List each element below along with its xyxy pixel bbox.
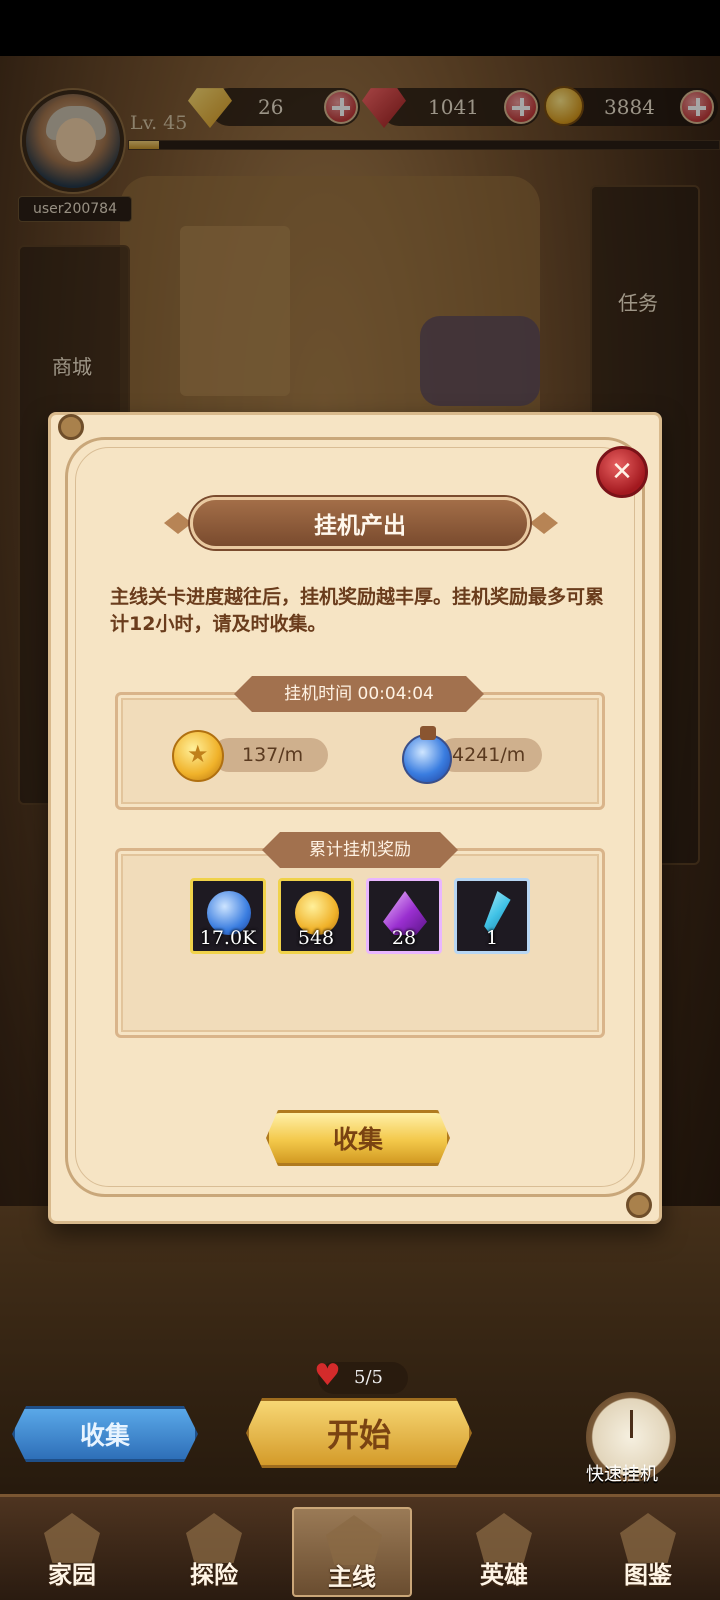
start-button[interactable]: 开始 [246,1398,472,1468]
accumulated-rewards-panel [115,848,605,1038]
reward-quantity: 548 [297,927,335,949]
coin-rate-value: 137/m [242,744,304,766]
modal-border-inner [75,447,635,1187]
nav-explore[interactable]: 探险 [154,1507,274,1597]
heart-icon: ♥ [314,1358,341,1393]
modal-title: 挂机产出 [190,497,530,549]
reward-quantity: 1 [485,927,499,949]
collect-button[interactable]: 收集 [12,1406,198,1462]
status-bar [0,0,720,56]
reward-item[interactable]: 548 [278,878,354,954]
gold-coin-icon [172,730,224,782]
reward-quantity: 28 [391,927,417,949]
potion-rate-value: 4241/m [452,744,526,766]
nav-heroes[interactable]: 英雄 [444,1507,564,1597]
modal-description: 主线关卡进度越往后，挂机奖励越丰厚。挂机奖励最多可累计12小时，请及时收集。 [110,586,605,635]
reward-item[interactable]: 28 [366,878,442,954]
collect-rewards-button[interactable]: 收集 [266,1110,450,1166]
reward-item[interactable]: 17.0K [190,878,266,954]
close-button[interactable]: ✕ [596,446,648,498]
nav-label: 图鉴 [624,1561,672,1589]
scroll-knob-icon [58,414,84,440]
nav-codex[interactable]: 图鉴 [588,1507,708,1597]
potion-rate: 4241/m [438,738,542,772]
lives-value: 5/5 [354,1367,383,1388]
idle-time-label: 挂机时间 00:04:04 [234,676,484,712]
accumulated-rewards-label: 累计挂机奖励 [262,832,458,868]
bottom-navbar: 家园 探险 主线 英雄 图鉴 [0,1494,720,1600]
close-x-icon: ✕ [611,457,633,487]
lives-counter: ♥ 5/5 [314,1360,408,1394]
nav-label: 主线 [328,1563,376,1591]
scroll-knob-icon [626,1192,652,1218]
quick-idle-label[interactable]: 快速挂机 [586,1460,686,1486]
reward-item[interactable]: 1 [454,878,530,954]
nav-label: 探险 [190,1561,238,1589]
nav-home[interactable]: 家园 [12,1507,132,1597]
coin-rate: 137/m [212,738,328,772]
reward-quantity: 17.0K [199,927,257,949]
nav-label: 家园 [48,1561,96,1589]
blue-potion-icon [402,726,452,784]
nav-label: 英雄 [480,1561,528,1589]
nav-main-story[interactable]: 主线 [292,1507,412,1597]
